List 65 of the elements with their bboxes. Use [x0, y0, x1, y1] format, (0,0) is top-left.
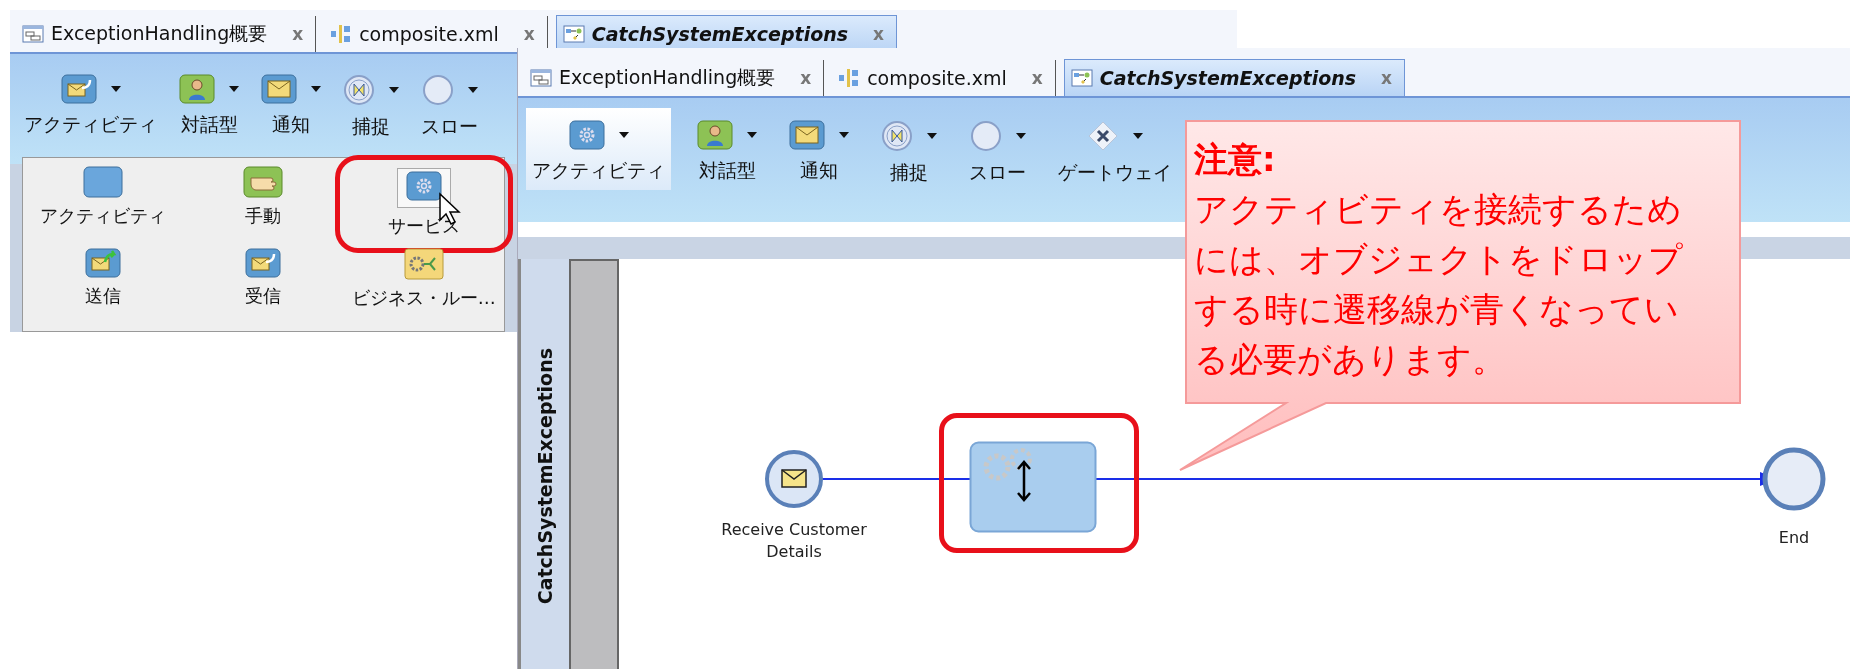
process-diagram-icon: [562, 25, 585, 43]
palette-item[interactable]: 送信: [23, 246, 184, 310]
caret-icon: [1133, 133, 1143, 139]
editor-tab[interactable]: ExceptionHandling概要 x: [524, 60, 825, 96]
toolbar-tool[interactable]: 通知: [783, 108, 855, 190]
catch-event-icon: [881, 120, 913, 152]
toolbar-tool[interactable]: スロー: [415, 62, 484, 146]
editor-tab[interactable]: CatchSystemExceptions x: [1063, 59, 1405, 96]
palette-item[interactable]: 受信: [183, 246, 344, 310]
envelope-icon: [789, 120, 825, 150]
toolbar-tool[interactable]: ゲートウェイ: [1052, 108, 1178, 192]
composite-icon: [838, 69, 861, 87]
callout-text: アクティビティを接続するためには、オブジェクトをドロップする時に遷移線が青くなっている必要があります。: [1194, 189, 1683, 379]
palette-item[interactable]: アクティビティ: [23, 164, 184, 230]
event-label: Receive Customer Details: [720, 519, 868, 563]
caret-icon: [229, 86, 239, 92]
toolbar-tool[interactable]: 捕捉: [337, 62, 405, 146]
person-icon: [179, 74, 215, 104]
editor-tab[interactable]: composite.xml x: [832, 60, 1056, 96]
message-start-event[interactable]: [764, 449, 824, 509]
catch-event-icon: [343, 74, 375, 106]
palette-item[interactable]: ビジネス・ルー…: [343, 246, 504, 312]
editor-tab[interactable]: ExceptionHandling概要 x: [16, 16, 317, 52]
caret-icon: [927, 133, 937, 139]
close-tab-button[interactable]: x: [523, 24, 535, 44]
circle-icon: [969, 120, 1002, 152]
rule-gear-icon: [403, 248, 444, 280]
caret-icon: [1015, 133, 1026, 139]
callout-title: 注意:: [1194, 138, 1277, 181]
envelope-icon: [261, 74, 297, 104]
envelope-return-icon: [60, 74, 97, 104]
caret-icon: [110, 86, 121, 92]
toolbar-tool[interactable]: 対話型: [691, 108, 763, 190]
activity-icon: [83, 166, 124, 198]
window-icon: [22, 25, 44, 43]
toolbar-tool[interactable]: スロー: [963, 108, 1032, 192]
caret-icon: [618, 132, 629, 138]
hand-icon: [243, 166, 284, 198]
swimlane-header: CatchSystemExceptions: [518, 259, 569, 669]
caret-icon: [467, 87, 478, 93]
caret-icon: [389, 87, 399, 93]
envelope-send-icon: [85, 248, 122, 278]
event-label: End: [1777, 527, 1811, 549]
gear-icon: [405, 171, 442, 201]
toolbar-tool[interactable]: 対話型: [173, 62, 245, 144]
end-event[interactable]: [1762, 447, 1826, 511]
caret-icon: [747, 132, 757, 138]
person-icon: [697, 120, 733, 150]
circle-icon: [421, 74, 454, 106]
toolbar-tool[interactable]: アクティビティ: [18, 62, 163, 144]
envelope-return-icon: [245, 248, 282, 278]
toolbar-tool[interactable]: 通知: [255, 62, 327, 144]
toolbar-tool[interactable]: アクティビティ: [526, 108, 671, 190]
caret-icon: [311, 86, 321, 92]
close-tab-button[interactable]: x: [1031, 68, 1043, 88]
gear-icon: [568, 120, 605, 150]
gateway-icon: [1087, 120, 1119, 152]
process-diagram-icon: [1070, 69, 1093, 87]
palette-item[interactable]: 手動: [183, 164, 344, 230]
toolbar-tool[interactable]: 捕捉: [875, 108, 943, 192]
window-icon: [530, 69, 552, 87]
close-tab-button[interactable]: x: [292, 24, 304, 44]
composite-icon: [330, 25, 353, 43]
close-tab-button[interactable]: x: [800, 68, 812, 88]
caret-icon: [839, 132, 849, 138]
